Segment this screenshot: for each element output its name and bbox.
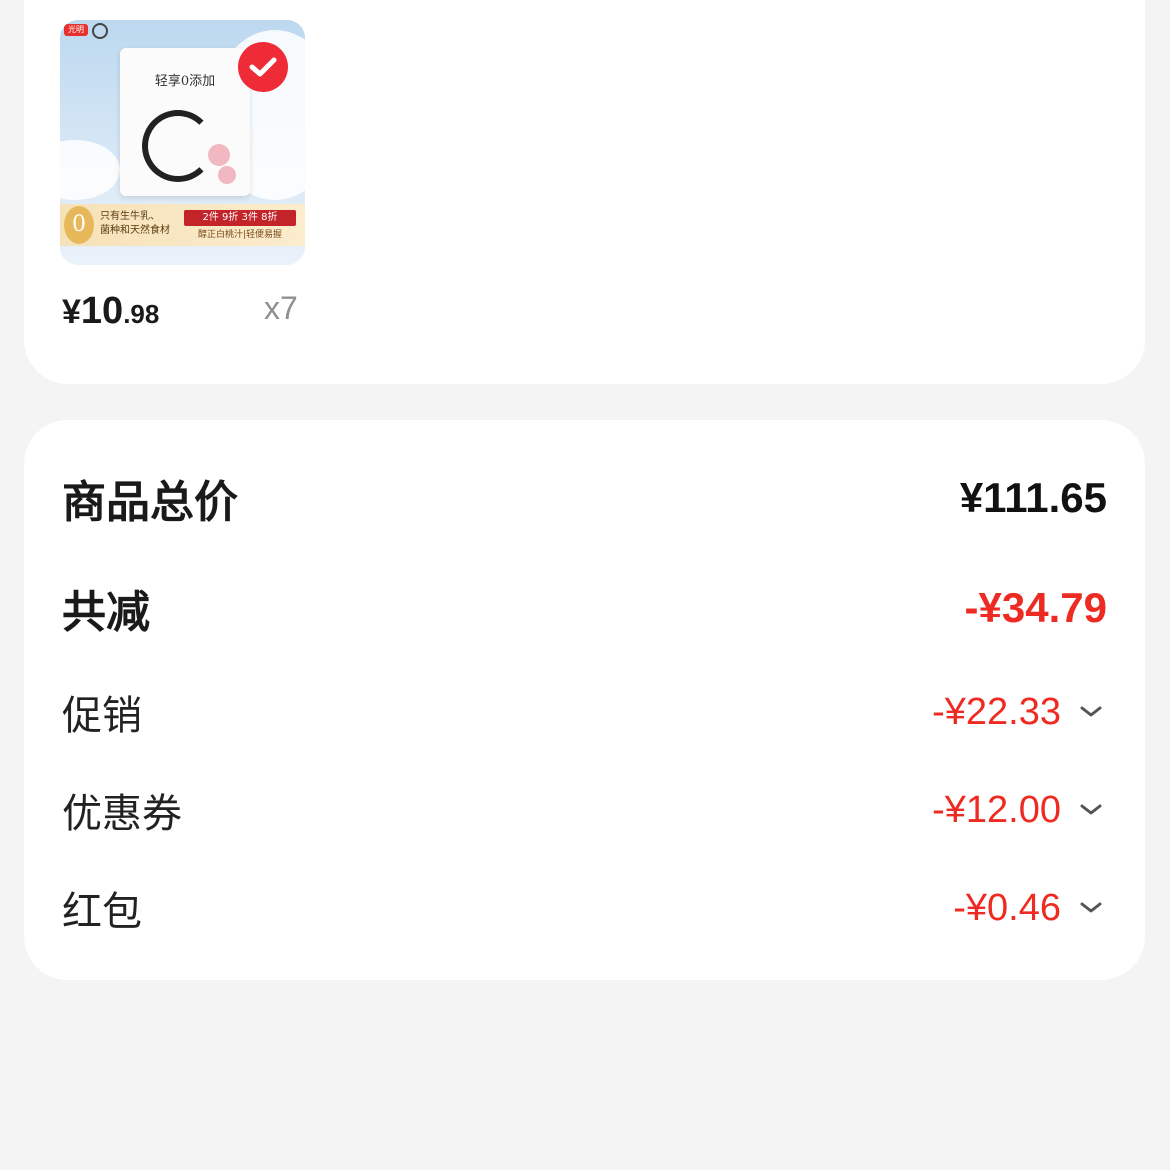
price-integer: 10 <box>80 290 124 332</box>
price-currency: ¥ <box>62 293 81 331</box>
check-circle-icon[interactable] <box>238 42 288 92</box>
coupon-label: 优惠券 <box>62 791 182 837</box>
chevron-down-icon[interactable] <box>1067 888 1103 928</box>
peach-graphic <box>208 144 230 166</box>
brand-logo: 光明 <box>64 24 88 36</box>
chevron-down-icon[interactable] <box>1067 790 1103 830</box>
total-price-value: ¥111.65 <box>959 474 1107 521</box>
zero-additive-badge: 0 <box>64 206 94 244</box>
package-title: 轻享0添加 <box>154 74 216 89</box>
red-packet-label: 红包 <box>62 889 142 935</box>
red-packet-row[interactable]: 红包 -¥0.46 <box>62 878 1103 938</box>
price-decimal: .98 <box>123 299 160 329</box>
product-quantity: x7 <box>264 290 298 326</box>
total-discount-label: 共减 <box>62 587 150 638</box>
promo-subtext: 醇正白桃汁|轻便易握 <box>197 230 283 240</box>
total-discount-row: 共减 -¥34.79 <box>62 576 1107 640</box>
chevron-down-icon[interactable] <box>1067 692 1103 732</box>
total-price-label: 商品总价 <box>62 477 238 528</box>
product-package: 轻享0添加 <box>120 48 250 196</box>
promotion-value: -¥22.33 <box>932 690 1061 733</box>
banner-text: 只有生牛乳、 菌种和天然食材 <box>100 211 170 236</box>
promo-tag: 2件 9折 3件 8折 <box>184 210 296 226</box>
coupon-value: -¥12.00 <box>932 788 1061 831</box>
milk-splash-decoration <box>60 140 120 200</box>
promotion-row[interactable]: 促销 -¥22.33 <box>62 682 1103 742</box>
brand-seal-icon <box>92 23 108 39</box>
product-card: 光明 轻享0添加 0 只有生牛乳、 菌种和天然食材 2件 9折 3件 8折 醇正… <box>24 0 1145 384</box>
total-price-row: 商品总价 ¥111.65 <box>62 466 1107 530</box>
promotion-label: 促销 <box>62 693 142 739</box>
product-price: ¥ 10 .98 <box>62 290 159 340</box>
total-discount-value: -¥34.79 <box>964 584 1107 631</box>
package-ring-graphic <box>142 110 214 182</box>
coupon-row[interactable]: 优惠券 -¥12.00 <box>62 780 1103 840</box>
red-packet-value: -¥0.46 <box>953 886 1061 929</box>
price-summary-card: 商品总价 ¥111.65 共减 -¥34.79 促销 -¥22.33 优惠券 -… <box>24 420 1145 980</box>
peach-graphic <box>218 166 236 184</box>
